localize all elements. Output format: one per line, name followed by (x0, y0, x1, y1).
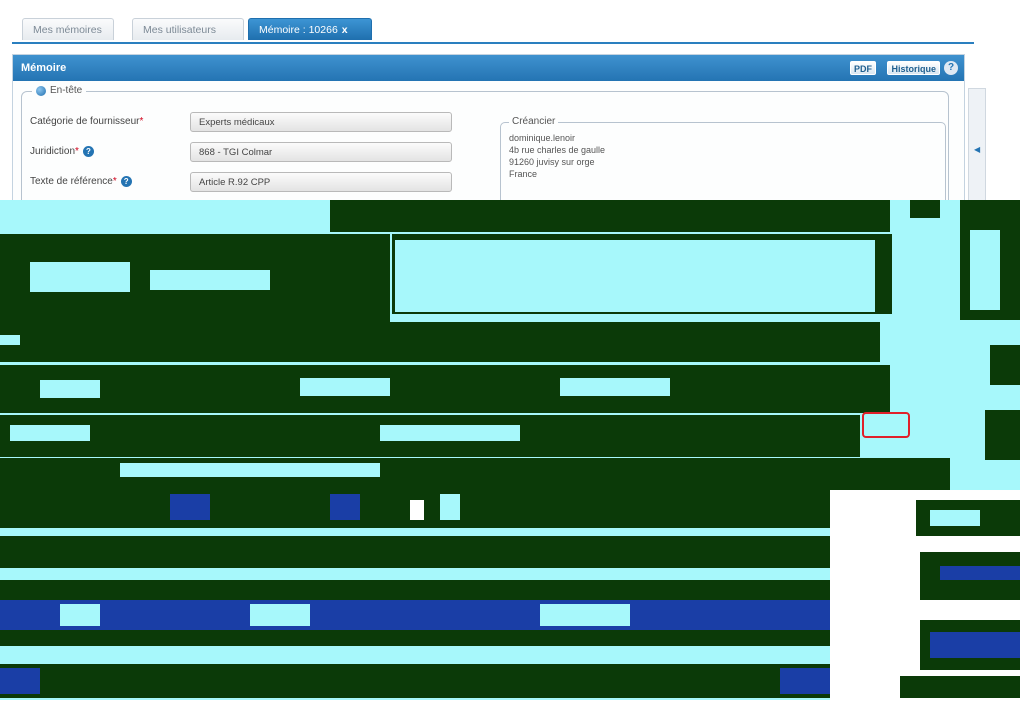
highlight-box (862, 412, 910, 438)
help-icon[interactable]: ? (120, 176, 132, 187)
memoire-panel: Mémoire PDF Historique ? En-tête Catégor… (12, 54, 965, 709)
categorie-label: Catégorie de fournisseur* (30, 116, 143, 127)
creancier-title: Créancier (509, 116, 559, 127)
tab-bar: Mes mémoires Mes utilisateurs Mémoire : … (12, 14, 974, 44)
side-panel-handle[interactable]: ◀ (968, 88, 986, 218)
engagement-juridique-input[interactable] (190, 202, 452, 222)
tab-mes-utilisateurs[interactable]: Mes utilisateurs (132, 18, 244, 40)
categorie-fournisseur-select[interactable]: Experts médicaux (190, 112, 452, 132)
creancier-line: 4b rue charles de gaulle (509, 145, 606, 155)
tab-mes-memoires[interactable]: Mes mémoires (22, 18, 114, 40)
texte-reference-label: Texte de référence*? (30, 176, 132, 187)
creancier-line: dominique.lenoir (509, 133, 576, 143)
engagement-juridique-label-text: N° d'engagement juridique (30, 204, 148, 215)
tab-memoire-label: Mémoire : 10266 (259, 24, 338, 36)
creancier-box: Créancier dominique.lenoir 4b rue charle… (500, 116, 946, 242)
close-icon[interactable]: x (342, 24, 348, 36)
creancier-line: France (509, 169, 538, 179)
entete-legend-label: En-tête (50, 85, 83, 96)
required-marker: * (75, 146, 79, 158)
entete-fieldset: En-tête Catégorie de fournisseur* Expert… (21, 85, 949, 691)
entete-legend[interactable]: En-tête (32, 85, 87, 96)
historique-button[interactable]: Historique (887, 61, 940, 75)
pdf-button[interactable]: PDF (850, 61, 876, 75)
help-icon[interactable]: ? (82, 146, 94, 157)
tab-memoire-10266[interactable]: Mémoire : 10266 x (248, 18, 372, 40)
help-icon[interactable]: ? (944, 61, 958, 75)
categorie-label-text: Catégorie de fournisseur (30, 116, 140, 127)
required-marker: * (112, 176, 117, 188)
juridiction-label-text: Juridiction (30, 146, 76, 158)
juridiction-label: Juridiction*? (30, 146, 94, 157)
chevron-left-icon: ◀ (974, 145, 981, 154)
juridiction-select[interactable]: 868 - TGI Colmar (190, 142, 452, 162)
texte-reference-select[interactable]: Article R.92 CPP (190, 172, 452, 192)
collapse-toggle-icon[interactable] (36, 85, 46, 96)
panel-header: Mémoire PDF Historique ? (13, 55, 964, 81)
creancier-line: 91260 juvisy sur orge (509, 157, 595, 167)
required-marker: * (139, 116, 144, 127)
texte-reference-label-text: Texte de référence (30, 176, 113, 188)
panel-title: Mémoire (21, 62, 67, 74)
help-icon[interactable]: ? (30, 215, 41, 226)
creancier-input[interactable] (733, 205, 941, 223)
engagement-juridique-label: N° d'engagement juridique? (30, 204, 180, 226)
